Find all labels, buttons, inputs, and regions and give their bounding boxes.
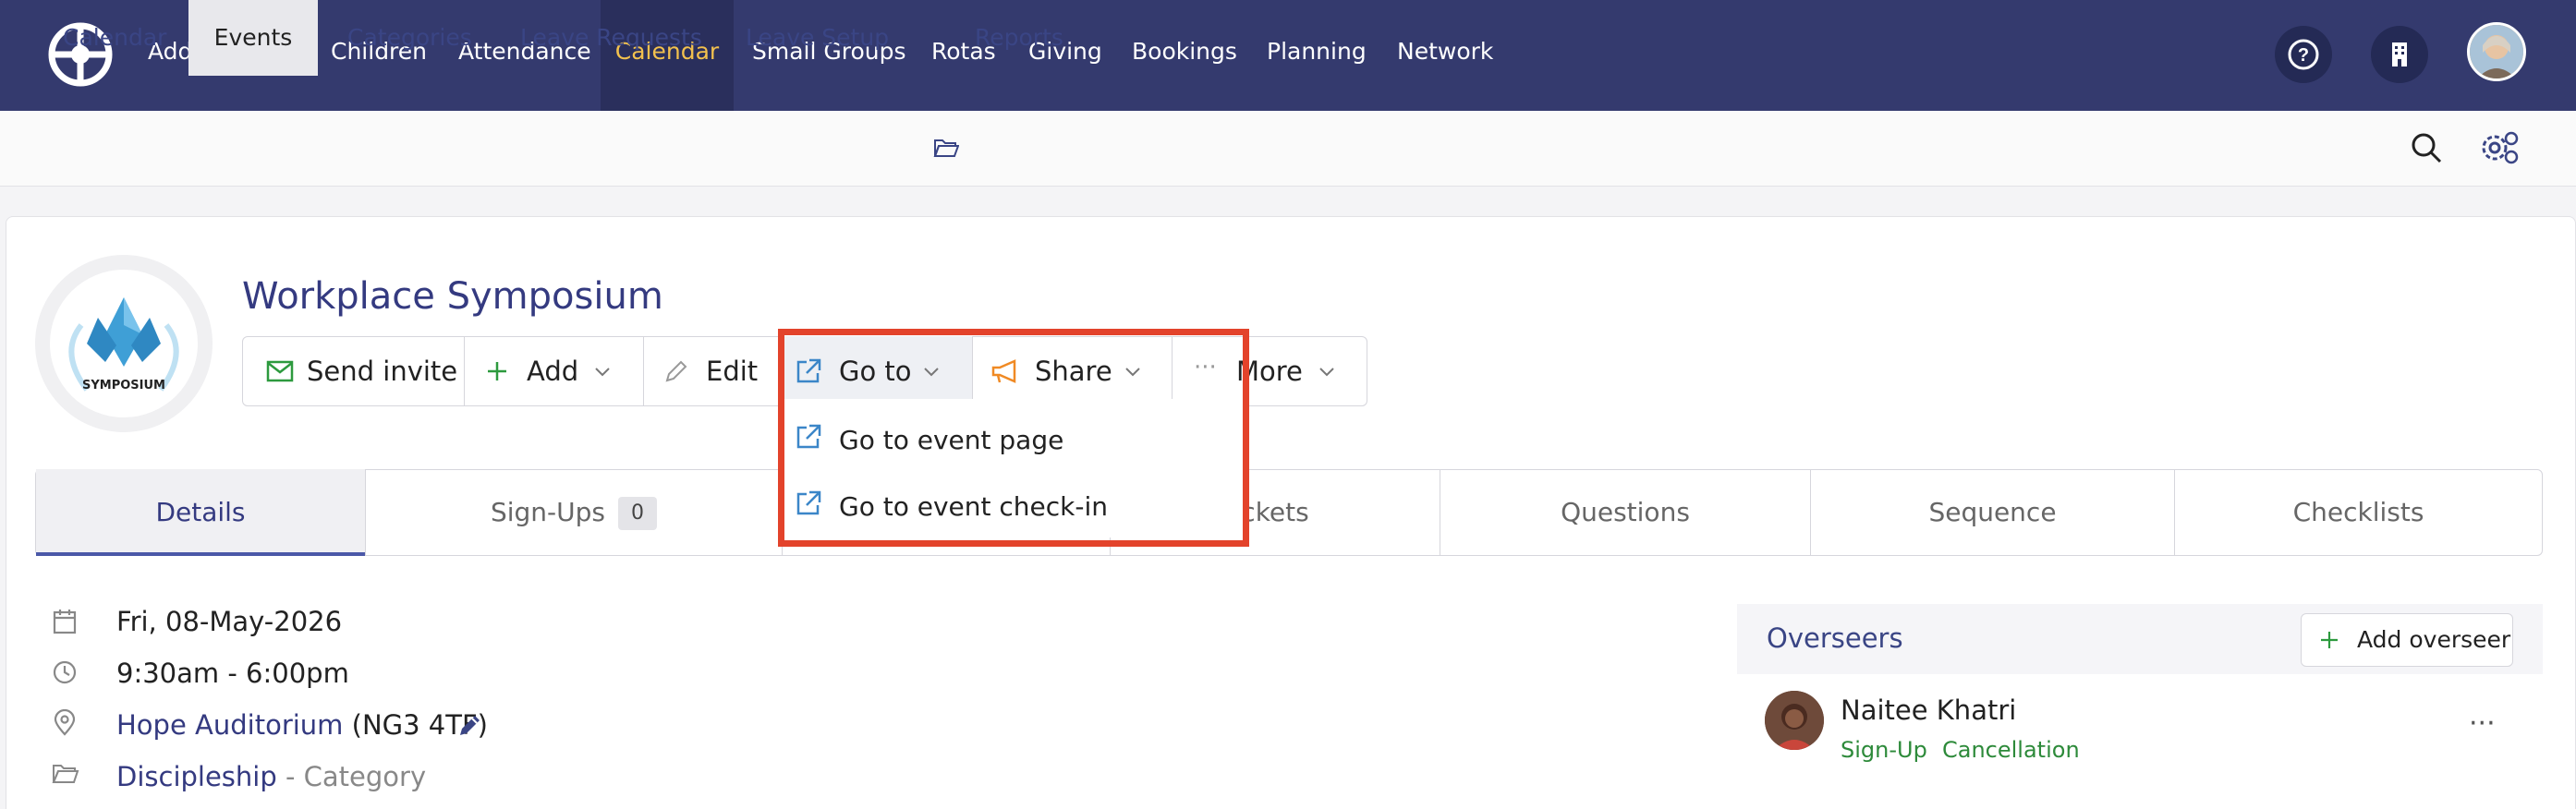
subnav-events[interactable]: Events bbox=[188, 0, 318, 76]
search-icon[interactable] bbox=[2410, 131, 2443, 164]
add-overseer-label: Add overseer bbox=[2357, 626, 2511, 653]
send-invite-button[interactable]: Send invite bbox=[266, 336, 457, 406]
location-pin-icon bbox=[54, 709, 76, 736]
overseer-avatar bbox=[1765, 691, 1824, 750]
plus-icon bbox=[488, 362, 506, 380]
sign-ups-count-badge: 0 bbox=[618, 497, 658, 530]
chevron-down-icon bbox=[595, 368, 610, 377]
overseer-options-icon[interactable]: ··· bbox=[2469, 707, 2496, 740]
event-title: Workplace Symposium bbox=[242, 275, 663, 318]
send-invite-label: Send invite bbox=[307, 356, 458, 387]
event-logo-text: SYMPOSIUM bbox=[82, 379, 165, 392]
envelope-icon bbox=[266, 360, 294, 382]
add-overseer-button[interactable]: Add overseer bbox=[2301, 613, 2513, 667]
plus-icon bbox=[2321, 632, 2338, 648]
event-logo: SYMPOSIUM bbox=[35, 255, 213, 432]
overseer-tag-cancellation: Cancellation bbox=[1942, 737, 2080, 763]
overseers-title: Overseers bbox=[1767, 622, 1903, 654]
symposium-logo-icon bbox=[68, 297, 179, 392]
subnav-reports[interactable]: Reports bbox=[975, 0, 1063, 76]
tab-details[interactable]: Details bbox=[36, 469, 365, 556]
subnav-calendar[interactable]: Calendar bbox=[63, 0, 166, 76]
add-label: Add bbox=[527, 356, 579, 387]
tab-sign-ups[interactable]: Sign-Ups 0 bbox=[366, 469, 782, 556]
tab-questions[interactable]: Questions bbox=[1440, 469, 1810, 556]
divider bbox=[643, 337, 644, 405]
nav-network[interactable]: Network bbox=[1397, 0, 1493, 111]
help-button[interactable]: ? bbox=[2275, 26, 2332, 83]
svg-text:?: ? bbox=[2298, 45, 2309, 66]
divider bbox=[464, 337, 465, 405]
highlight-box bbox=[778, 329, 1249, 547]
edit-location-icon[interactable] bbox=[456, 711, 484, 739]
tab-sequence[interactable]: Sequence bbox=[1811, 469, 2174, 556]
tab-sign-ups-label: Sign-Ups bbox=[490, 497, 606, 527]
subnav-categories[interactable]: Categories bbox=[347, 0, 472, 76]
add-button[interactable]: Add bbox=[484, 336, 610, 406]
location-link[interactable]: Hope Auditorium bbox=[116, 709, 343, 741]
organisation-button[interactable] bbox=[2371, 26, 2428, 83]
user-avatar[interactable] bbox=[2467, 22, 2526, 81]
event-time: 9:30am - 6:00pm bbox=[116, 658, 349, 689]
user-avatar-image bbox=[2470, 25, 2523, 78]
overseer-avatar-image bbox=[1765, 691, 1824, 750]
subnav-leave-setup[interactable]: Leave Setup bbox=[746, 0, 889, 76]
edit-button[interactable]: Edit bbox=[662, 336, 758, 406]
event-category: Discipleship - Category bbox=[116, 761, 426, 792]
overseer-tag-sign-up: Sign-Up bbox=[1841, 737, 1927, 763]
folder-icon bbox=[933, 139, 959, 157]
subnav-leave-requests[interactable]: Leave Requests bbox=[520, 0, 702, 76]
event-location: Hope Auditorium (NG3 4TF) bbox=[116, 709, 488, 741]
folder-icon bbox=[52, 765, 79, 783]
category-suffix: - Category bbox=[285, 761, 427, 792]
overseer-name[interactable]: Naitee Khatri bbox=[1841, 694, 2016, 726]
tab-checklists[interactable]: Checklists bbox=[2175, 469, 2542, 556]
building-icon bbox=[2392, 42, 2407, 66]
sub-navigation bbox=[0, 111, 2576, 187]
event-date: Fri, 08-May-2026 bbox=[116, 606, 343, 637]
pencil-icon bbox=[665, 360, 687, 382]
settings-icon[interactable] bbox=[2480, 129, 2521, 166]
edit-label: Edit bbox=[706, 356, 759, 387]
category-link[interactable]: Discipleship bbox=[116, 761, 277, 792]
nav-planning[interactable]: Planning bbox=[1267, 0, 1367, 111]
nav-bookings[interactable]: Bookings bbox=[1132, 0, 1237, 111]
clock-icon bbox=[53, 660, 77, 684]
chevron-down-icon bbox=[1319, 368, 1334, 377]
help-icon: ? bbox=[2288, 39, 2319, 70]
calendar-icon bbox=[53, 610, 77, 634]
